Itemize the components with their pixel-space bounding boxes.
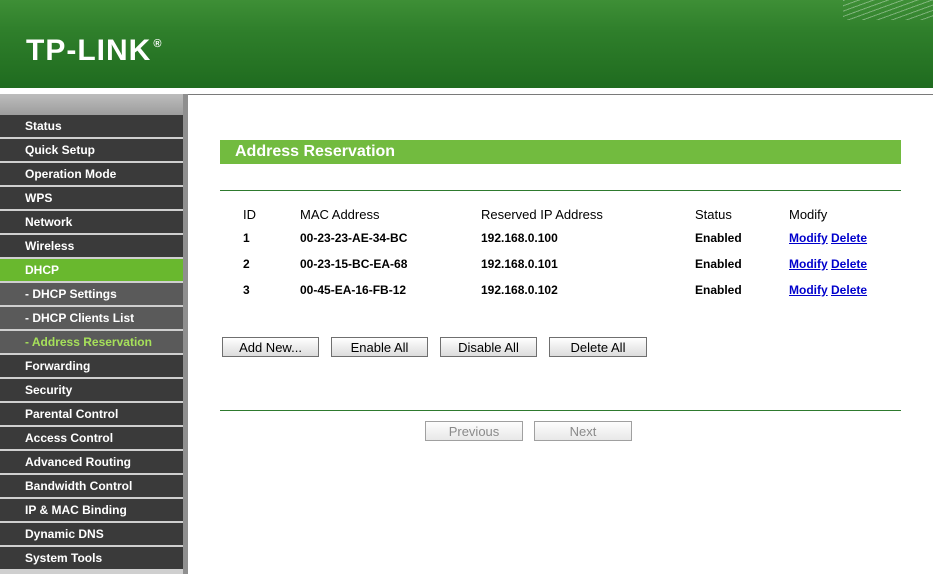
next-button[interactable]: Next [534,421,632,441]
cell-actions: Modify Delete [789,225,909,251]
sidebar-item-security[interactable]: Security [0,379,183,401]
table-header-row: ID MAC Address Reserved IP Address Statu… [236,203,909,225]
cell-mac: 00-23-15-BC-EA-68 [300,257,408,271]
sidebar-item-status[interactable]: Status [0,115,183,137]
cell-status: Enabled [695,283,742,297]
cell-ip: 192.168.0.101 [481,257,558,271]
cell-mac: 00-23-23-AE-34-BC [300,231,408,245]
delete-link[interactable]: Delete [831,283,867,297]
page-title: Address Reservation [220,140,901,164]
cell-status: Enabled [695,257,742,271]
sidebar-item-dhcp-settings[interactable]: - DHCP Settings [0,283,183,305]
reservation-table: ID MAC Address Reserved IP Address Statu… [236,203,909,303]
sidebar-item-network[interactable]: Network [0,211,183,233]
header-mac-address: MAC Address [300,206,380,222]
sidebar-item-quick-setup[interactable]: Quick Setup [0,139,183,161]
sidebar-item-access-control[interactable]: Access Control [0,427,183,449]
cell-id: 3 [243,283,250,297]
cell-actions: Modify Delete [789,277,909,303]
header-reserved-ip: Reserved IP Address [481,206,603,222]
top-divider [220,190,901,191]
sidebar-item-parental-control[interactable]: Parental Control [0,403,183,425]
modify-link[interactable]: Modify [789,283,828,297]
table-row: 2 00-23-15-BC-EA-68 192.168.0.101 Enable… [236,251,909,277]
sidebar-menu: Status Quick Setup Operation Mode WPS Ne… [0,115,183,571]
sidebar-item-operation-mode[interactable]: Operation Mode [0,163,183,185]
enable-all-button[interactable]: Enable All [331,337,428,357]
delete-all-button[interactable]: Delete All [549,337,647,357]
sidebar-item-advanced-routing[interactable]: Advanced Routing [0,451,183,473]
cell-actions: Modify Delete [789,251,909,277]
cell-id: 2 [243,257,250,271]
sidebar-item-ip-mac-binding[interactable]: IP & MAC Binding [0,499,183,521]
modify-link[interactable]: Modify [789,257,828,271]
tp-link-logo: TP-LINK ® [26,34,163,67]
header-modify: Modify [789,206,828,222]
cell-ip: 192.168.0.100 [481,231,558,245]
sidebar-item-bandwidth-control[interactable]: Bandwidth Control [0,475,183,497]
add-new-button[interactable]: Add New... [222,337,319,357]
previous-button[interactable]: Previous [425,421,523,441]
header-status: Status [695,206,732,222]
cell-id: 1 [243,231,250,245]
sidebar-item-address-reservation[interactable]: - Address Reservation [0,331,183,353]
table-row: 3 00-45-EA-16-FB-12 192.168.0.102 Enable… [236,277,909,303]
sidebar-item-wps[interactable]: WPS [0,187,183,209]
header-stripes [843,0,933,20]
cell-status: Enabled [695,231,742,245]
sidebar: Status Quick Setup Operation Mode WPS Ne… [0,94,188,574]
sidebar-item-dynamic-dns[interactable]: Dynamic DNS [0,523,183,545]
delete-link[interactable]: Delete [831,231,867,245]
cell-ip: 192.168.0.102 [481,283,558,297]
sidebar-item-wireless[interactable]: Wireless [0,235,183,257]
disable-all-button[interactable]: Disable All [440,337,537,357]
sidebar-item-dhcp-clients-list[interactable]: - DHCP Clients List [0,307,183,329]
header-id: ID [243,206,256,222]
delete-link[interactable]: Delete [831,257,867,271]
sidebar-item-system-tools[interactable]: System Tools [0,547,183,569]
header-banner: TP-LINK ® [0,0,933,88]
table-row: 1 00-23-23-AE-34-BC 192.168.0.100 Enable… [236,225,909,251]
sidebar-top-bar [0,94,183,116]
main-content: Address Reservation ID MAC Address Reser… [188,94,933,574]
modify-link[interactable]: Modify [789,231,828,245]
sidebar-item-forwarding[interactable]: Forwarding [0,355,183,377]
bottom-divider [220,410,901,411]
sidebar-item-dhcp[interactable]: DHCP [0,259,183,281]
cell-mac: 00-45-EA-16-FB-12 [300,283,407,297]
